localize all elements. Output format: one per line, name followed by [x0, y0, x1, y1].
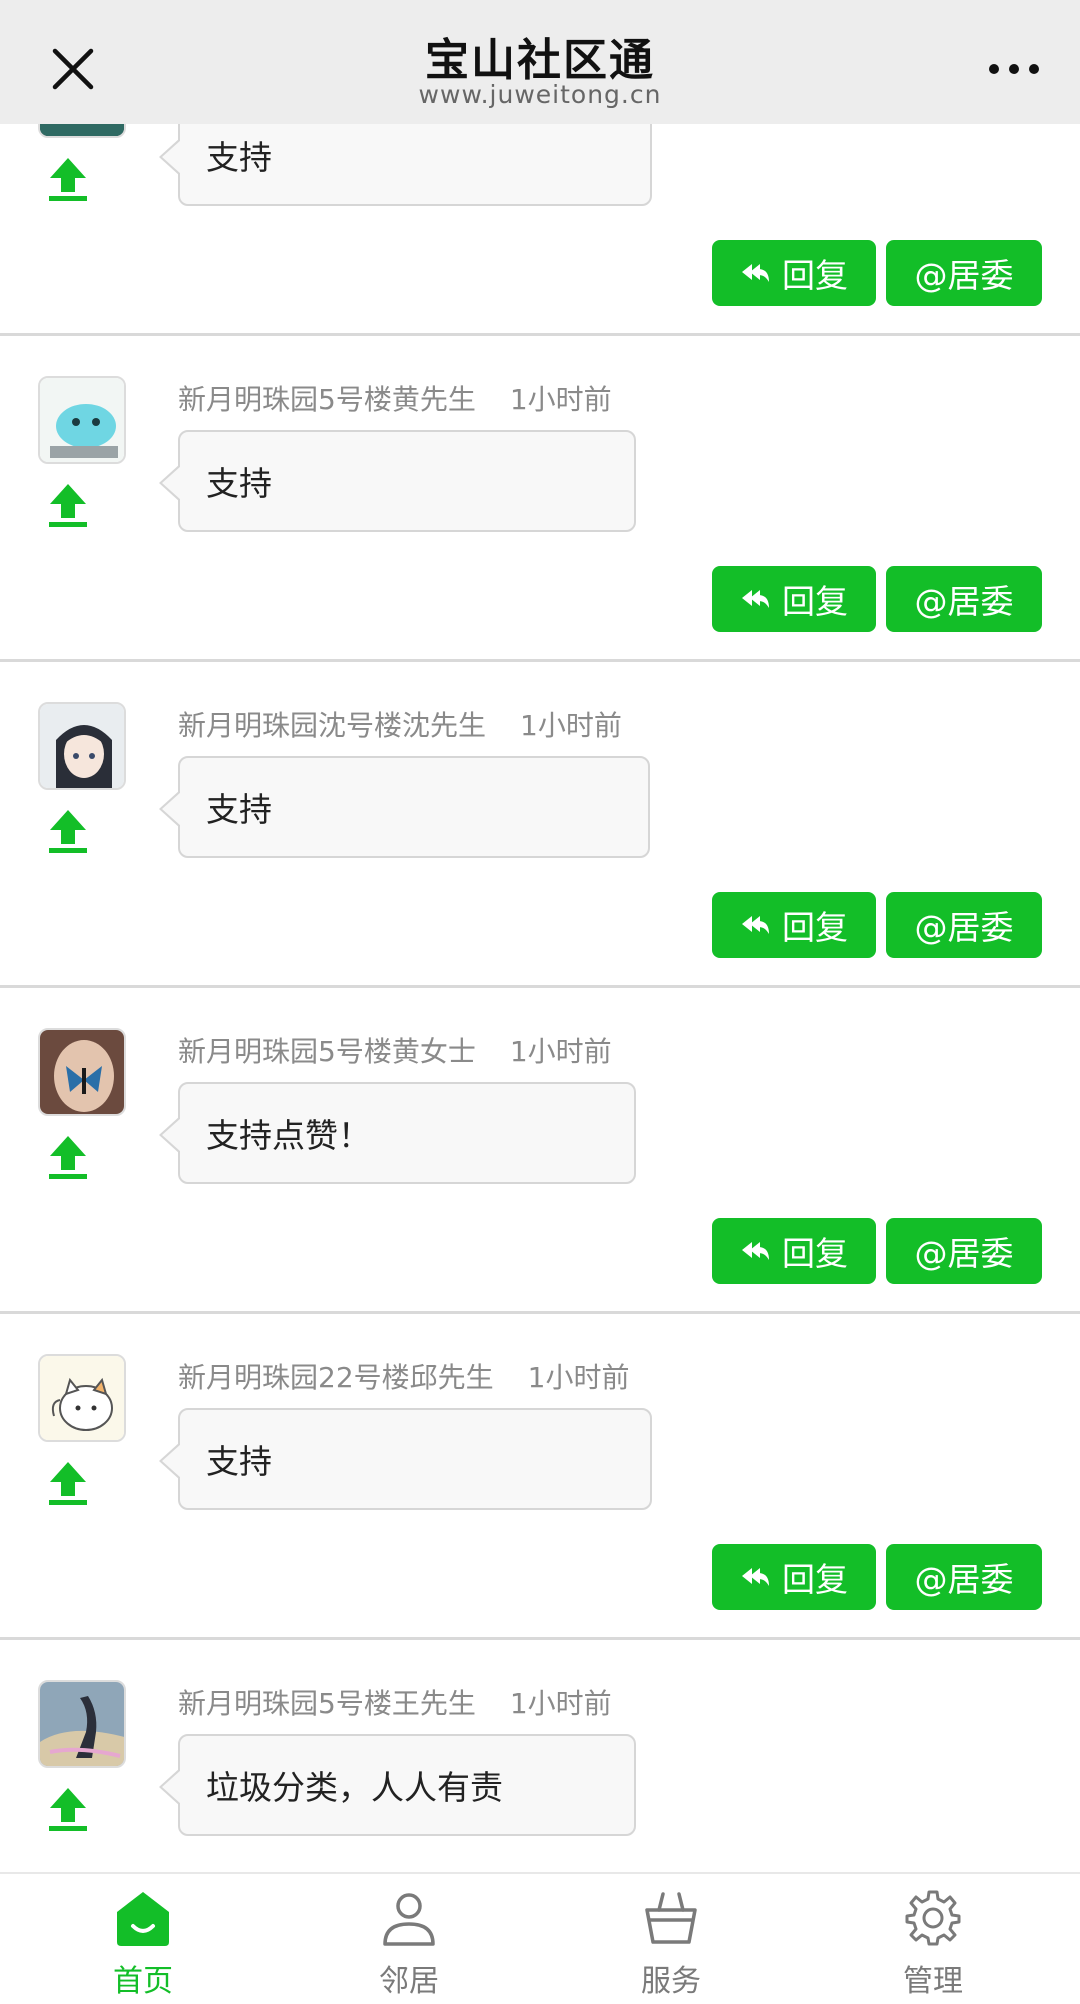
comment-item: 新月明珠园5号楼黄女士 1小时前 支持点赞！ 回复 @居委 [0, 988, 1080, 1314]
comment-text: 支持 [206, 790, 272, 829]
timestamp: 1小时前 [520, 709, 622, 742]
avatar[interactable] [38, 1680, 126, 1768]
bottom-tab-bar: 首页 邻居 服务 管理 [0, 1872, 1080, 2004]
reply-label: 回复 [782, 582, 848, 621]
upvote-arrow-icon[interactable] [48, 1786, 88, 1832]
reply-label: 回复 [782, 1234, 848, 1273]
comment-item: 新月明珠园22号楼邱先生 1小时前 支持 回复 @居委 [0, 1314, 1080, 1640]
painted-figure-avatar [40, 1682, 124, 1766]
tab-services[interactable]: 服务 [586, 1874, 756, 2004]
more-options-button[interactable] [976, 36, 1052, 102]
top-nav-bar: 宝山社区通 www.juweitong.cn [0, 0, 1080, 124]
comment-item: 新月明珠园沈号楼沈先生 1小时前 支持 回复 @居委 [0, 662, 1080, 988]
reply-all-icon [742, 1568, 769, 1586]
comment-meta: 新月明珠园5号楼黄女士 1小时前 [178, 1030, 612, 1070]
avatar[interactable] [38, 702, 126, 790]
home-icon [117, 1892, 169, 1946]
reply-label: 回复 [782, 256, 848, 295]
comment-item: 新月明珠园5号楼王先生 1小时前 垃圾分类，人人有责 [0, 1640, 1080, 1872]
at-committee-label: @居委 [914, 582, 1014, 621]
tab-neighbors[interactable]: 邻居 [324, 1874, 494, 2004]
tab-label: 首页 [113, 1964, 173, 1999]
reply-button[interactable]: 回复 [712, 240, 876, 306]
page-title: 宝山社区通 [425, 35, 655, 86]
comment-bubble: 支持 [159, 430, 636, 532]
comment-bubble: 支持点赞！ [159, 1082, 636, 1184]
comment-text: 支持 [206, 138, 272, 177]
comment-item: 新月明珠园5号楼黄先生 1小时前 支持 回复 @居委 [0, 336, 1080, 662]
blue-cartoon-avatar [40, 378, 124, 462]
tab-management[interactable]: 管理 [848, 1874, 1018, 2004]
comment-meta: 新月明珠园22号楼邱先生 1小时前 [178, 1356, 629, 1396]
at-committee-button[interactable]: @居委 [886, 1218, 1042, 1284]
author-name: 新月明珠园5号楼王先生 [178, 1687, 476, 1720]
avatar[interactable] [38, 1028, 126, 1116]
at-committee-button[interactable]: @居委 [886, 240, 1042, 306]
at-committee-button[interactable]: @居委 [886, 566, 1042, 632]
tab-label: 管理 [903, 1964, 963, 1999]
at-committee-label: @居委 [914, 908, 1014, 947]
comment-text: 支持点赞！ [206, 1116, 371, 1155]
author-name: 新月明珠园5号楼黄女士 [178, 1035, 476, 1068]
author-name: 新月明珠园沈号楼沈先生 [178, 709, 487, 742]
at-committee-label: @居委 [914, 256, 1014, 295]
timestamp: 1小时前 [509, 1687, 612, 1720]
avatar[interactable] [38, 376, 126, 464]
tab-home[interactable]: 首页 [58, 1874, 228, 2004]
upvote-arrow-icon[interactable] [48, 156, 88, 202]
author-name: 新月明珠园5号楼黄先生 [178, 383, 476, 416]
upvote-arrow-icon[interactable] [48, 482, 88, 528]
upvote-arrow-icon[interactable] [48, 1134, 88, 1180]
at-committee-label: @居委 [914, 1234, 1014, 1273]
comment-bubble: 垃圾分类，人人有责 [159, 1734, 636, 1836]
reply-all-icon [742, 916, 769, 934]
comment-text: 支持 [206, 1442, 272, 1481]
teal-scene-avatar [40, 124, 124, 136]
avatar[interactable] [38, 1354, 126, 1442]
reply-label: 回复 [782, 1560, 848, 1599]
comment-meta: 新月明珠园沈号楼沈先生 1小时前 [178, 704, 622, 744]
timestamp: 1小时前 [527, 1361, 630, 1394]
page-subtitle: www.juweitong.cn [418, 80, 662, 109]
upvote-arrow-icon[interactable] [48, 1460, 88, 1506]
comment-meta: 新月明珠园5号楼王先生 1小时前 [178, 1682, 612, 1722]
comment-text: 支持 [206, 464, 272, 503]
person-icon [383, 1893, 435, 1946]
reply-button[interactable]: 回复 [712, 1544, 876, 1610]
butterfly-face-avatar [40, 1030, 124, 1114]
cat-cartoon-avatar [40, 1356, 124, 1440]
comment-bubble: 支持 [159, 1408, 652, 1510]
comment-item: 支持 回复 @居委 [0, 124, 1080, 336]
basket-icon [645, 1892, 697, 1944]
at-committee-button[interactable]: @居委 [886, 892, 1042, 958]
timestamp: 1小时前 [509, 383, 612, 416]
reply-button[interactable]: 回复 [712, 892, 876, 958]
at-committee-label: @居委 [914, 1560, 1014, 1599]
avatar[interactable] [38, 124, 126, 138]
comment-bubble: 支持 [159, 124, 652, 206]
reply-all-icon [742, 264, 769, 282]
comment-meta: 新月明珠园5号楼黄先生 1小时前 [178, 378, 612, 418]
author-name: 新月明珠园22号楼邱先生 [178, 1361, 494, 1394]
comment-bubble: 支持 [159, 756, 650, 858]
reply-all-icon [742, 1242, 769, 1260]
upvote-arrow-icon[interactable] [48, 808, 88, 854]
gear-icon [905, 1890, 961, 1946]
reply-all-icon [742, 590, 769, 608]
comment-text: 垃圾分类，人人有责 [206, 1768, 503, 1807]
anime-girl-avatar [40, 704, 124, 788]
reply-label: 回复 [782, 908, 848, 947]
app-root: 宝山社区通 www.juweitong.cn 支持 回复 @居委 新月明珠园5号… [0, 0, 1080, 2004]
at-committee-button[interactable]: @居委 [886, 1544, 1042, 1610]
reply-button[interactable]: 回复 [712, 1218, 876, 1284]
reply-button[interactable]: 回复 [712, 566, 876, 632]
timestamp: 1小时前 [509, 1035, 612, 1068]
comment-feed[interactable]: 支持 回复 @居委 新月明珠园5号楼黄先生 1小时前 支持 回复 @居委 新月明… [0, 124, 1080, 1872]
tab-label: 邻居 [379, 1964, 439, 1999]
tab-label: 服务 [641, 1964, 701, 1999]
more-icon [989, 64, 1039, 74]
